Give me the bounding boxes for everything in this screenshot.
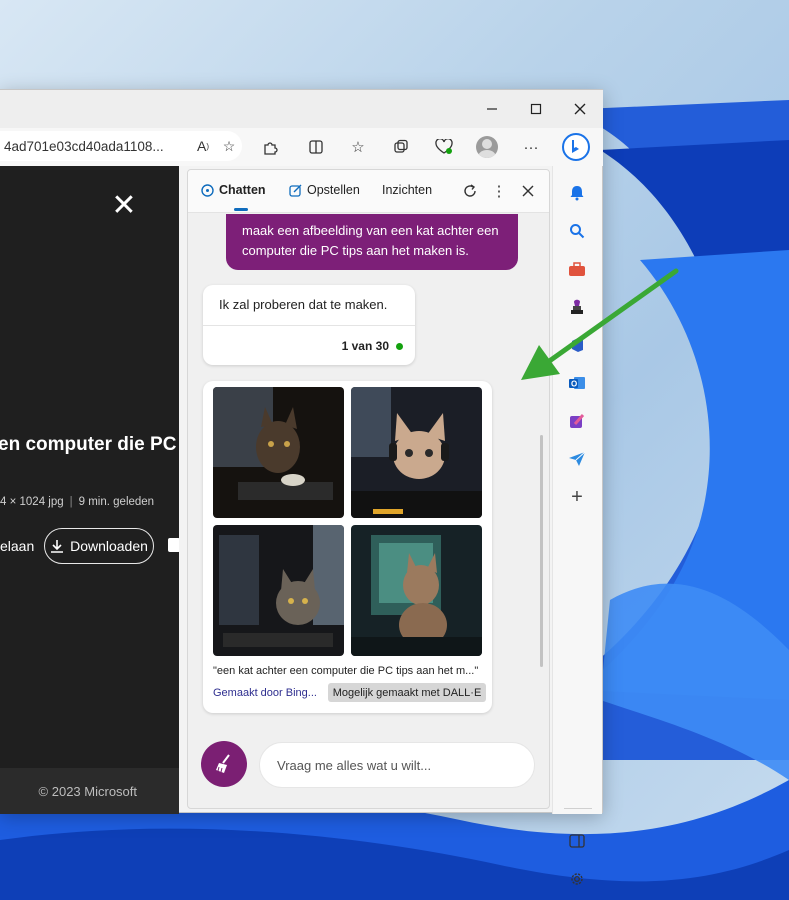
image-title: en computer die PC tips (0, 434, 179, 455)
refresh-icon[interactable] (459, 180, 481, 202)
address-bar[interactable]: 4ad701e03cd40ada1108... A) ☆ (0, 131, 242, 161)
pane-more-icon[interactable]: ⋮ (488, 180, 510, 202)
bing-icon[interactable] (561, 132, 591, 162)
page-footer: © 2023 Microsoft (0, 768, 179, 814)
add-icon[interactable]: + (566, 486, 588, 508)
bot-message-text: Ik zal proberen dat te maken. (219, 297, 388, 312)
send-icon[interactable] (566, 448, 588, 470)
bot-message-divider (203, 325, 415, 326)
profile-icon[interactable] (473, 134, 501, 160)
games-icon[interactable] (566, 296, 588, 318)
notification-bell-icon[interactable] (566, 182, 588, 204)
image-viewer-page: ✕ en computer die PC tips 4 × 1024 jpg|9… (0, 166, 179, 814)
image-size: 4 × 1024 jpg (0, 496, 64, 508)
chat-icon (201, 183, 214, 197)
generated-images-card: "een kat achter een computer die PC tips… (203, 381, 492, 713)
hide-sidebar-icon[interactable] (566, 830, 588, 852)
designer-icon[interactable] (566, 410, 588, 432)
search-icon[interactable] (566, 220, 588, 242)
image-meta: 4 × 1024 jpg | 9 min. geleden (0, 496, 155, 508)
user-message: maak een afbeelding van een kat achter e… (226, 214, 518, 270)
status-dot (396, 343, 403, 350)
generated-image-2[interactable] (351, 387, 482, 518)
minimize-icon[interactable] (477, 96, 507, 122)
outlook-icon[interactable]: O (566, 372, 588, 394)
sidebar-divider (564, 808, 592, 809)
edge-sidebar: O + (552, 166, 602, 885)
tab-compose-label: Opstellen (307, 183, 360, 197)
image-time: 9 min. geleden (78, 496, 155, 508)
office-icon[interactable] (566, 334, 588, 356)
download-icon (51, 540, 64, 553)
feedback-icon[interactable] (168, 538, 179, 552)
tab-compose[interactable]: Opstellen (289, 183, 360, 197)
chat-input-placeholder: Vraag me alles wat u wilt... (277, 757, 432, 773)
tab-insights[interactable]: Inzichten (382, 183, 432, 197)
made-by-bing-link[interactable]: Gemaakt door Bing... (213, 687, 317, 699)
favorite-star-icon[interactable]: ☆ (216, 133, 242, 159)
close-viewer-icon[interactable]: ✕ (110, 191, 138, 221)
bing-chat-pane: Chatten Opstellen Inzichten ⋮ maak een a… (187, 169, 550, 809)
address-url[interactable]: 4ad701e03cd40ada1108... (4, 139, 190, 154)
pane-close-icon[interactable] (517, 180, 539, 202)
broom-icon (216, 754, 230, 773)
bot-message: Ik zal proberen dat te maken. 1 van 30 (203, 285, 415, 365)
extensions-icon[interactable] (256, 134, 284, 160)
download-label: Downloaden (70, 538, 148, 554)
active-tab-indicator (234, 208, 248, 211)
dalle-badge: Mogelijk gemaakt met DALL·E (328, 683, 486, 702)
new-topic-button[interactable] (201, 741, 247, 787)
compose-icon (289, 184, 302, 197)
turn-counter: 1 van 30 (341, 339, 389, 353)
browser-window: 4ad701e03cd40ada1108... A) ☆ ☆ ··· ✕ en … (0, 89, 603, 885)
browser-essentials-icon[interactable] (430, 134, 458, 160)
split-screen-icon[interactable] (302, 134, 330, 160)
favorites-icon[interactable]: ☆ (344, 134, 372, 160)
close-icon[interactable] (565, 96, 595, 122)
chat-scrollbar[interactable] (540, 435, 543, 667)
tools-icon[interactable] (566, 258, 588, 280)
tab-chat[interactable]: Chatten (201, 183, 266, 197)
browser-toolbar: 4ad701e03cd40ada1108... A) ☆ ☆ ··· (0, 128, 603, 166)
title-bar (0, 90, 603, 128)
tab-chat-label: Chatten (219, 183, 266, 197)
pane-tabs: Chatten Opstellen Inzichten ⋮ (188, 170, 549, 213)
maximize-icon[interactable] (521, 96, 551, 122)
more-icon[interactable]: ··· (517, 134, 545, 160)
generated-image-3[interactable] (213, 525, 344, 656)
share-button[interactable]: elaan (0, 538, 34, 554)
settings-gear-icon[interactable] (566, 868, 588, 890)
chat-input[interactable]: Vraag me alles wat u wilt... (259, 742, 535, 788)
read-aloud-icon[interactable]: A) (190, 133, 216, 159)
collections-icon[interactable] (387, 134, 415, 160)
generated-image-1[interactable] (213, 387, 344, 518)
image-caption: "een kat achter een computer die PC tips… (213, 665, 479, 677)
tab-insights-label: Inzichten (382, 183, 433, 197)
generated-image-4[interactable] (351, 525, 482, 656)
download-button[interactable]: Downloaden (44, 528, 154, 564)
svg-text:O: O (571, 380, 577, 389)
